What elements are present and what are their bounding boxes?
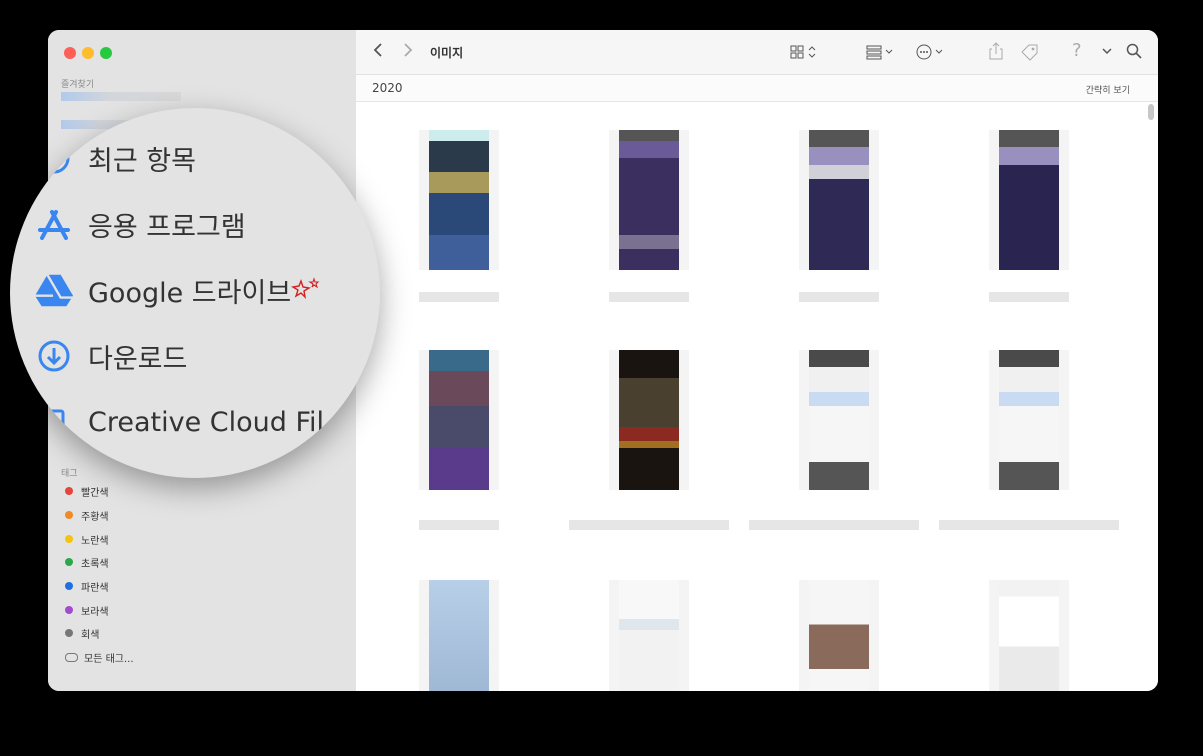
sidebar-item-blurred[interactable] xyxy=(61,92,181,101)
tag-label: 회색 xyxy=(81,629,100,641)
file-thumbnail[interactable] xyxy=(989,580,1069,691)
tag-item-gray[interactable]: 회색 xyxy=(65,624,99,642)
tag-label: 초록색 xyxy=(81,558,109,570)
sidebar-item-label: Google 드라이브 xyxy=(88,277,292,309)
file-thumbnail[interactable] xyxy=(989,130,1069,270)
file-thumbnail[interactable] xyxy=(989,350,1069,490)
action-button[interactable] xyxy=(916,44,946,64)
show-less-button[interactable]: 간략히 보기 xyxy=(1086,83,1130,96)
tag-label: 파란색 xyxy=(81,582,109,594)
file-name-blurred xyxy=(419,520,499,530)
share-icon xyxy=(989,42,1003,60)
ellipsis-circle-icon xyxy=(916,44,943,60)
tag-item-red[interactable]: 빨간색 xyxy=(65,482,109,500)
sidebar-item-label: 응용 프로그램 xyxy=(88,211,246,243)
tag-item-green[interactable]: 초록색 xyxy=(65,553,109,571)
sidebar-magnifier: 최근 항목 응용 프로그램 Google 드라이브 다운로드 Creative … xyxy=(10,108,380,478)
tag-orange-dot-icon xyxy=(65,511,73,519)
chevron-down-icon xyxy=(1102,48,1112,55)
file-thumbnail[interactable] xyxy=(419,130,499,270)
tags-section-label: 태그 xyxy=(61,469,78,479)
group-grid-icon xyxy=(866,45,893,60)
tag-item-yellow[interactable]: 노란색 xyxy=(65,530,109,548)
tag-item-blue[interactable]: 파란색 xyxy=(65,577,109,595)
section-year: 2020 xyxy=(372,81,403,95)
scrollbar[interactable] xyxy=(1148,104,1154,120)
tag-gray-dot-icon xyxy=(65,629,73,637)
file-thumbnail[interactable] xyxy=(799,580,879,691)
tag-green-dot-icon xyxy=(65,558,73,566)
file-thumbnail[interactable] xyxy=(419,580,499,691)
download-icon xyxy=(34,336,74,376)
tag-red-dot-icon xyxy=(65,487,73,495)
forward-button[interactable] xyxy=(402,42,414,62)
clock-icon xyxy=(34,138,74,178)
tag-label: 노란색 xyxy=(81,535,109,547)
creative-cloud-icon xyxy=(34,402,74,442)
file-name-blurred xyxy=(569,520,729,530)
zoom-window-button[interactable] xyxy=(100,47,112,59)
tag-label: 빨간색 xyxy=(81,487,109,499)
group-button[interactable] xyxy=(866,44,896,64)
file-thumbnail[interactable] xyxy=(419,350,499,490)
tag-item-orange[interactable]: 주황색 xyxy=(65,506,109,524)
help-button[interactable]: ? xyxy=(1072,40,1082,61)
file-thumbnail[interactable] xyxy=(799,130,879,270)
chevron-left-icon xyxy=(373,43,382,57)
question-mark-icon: ? xyxy=(1072,40,1082,61)
sidebar-item-label: Creative Cloud Fil xyxy=(88,406,325,438)
close-window-button[interactable] xyxy=(64,47,76,59)
all-tags-label: 모든 태그... xyxy=(84,653,134,665)
tag-label: 보라색 xyxy=(81,606,109,618)
file-thumbnail[interactable] xyxy=(609,580,689,691)
sidebar-item-label: 최근 항목 xyxy=(88,145,196,177)
sidebar-item-google-drive[interactable]: Google 드라이브 xyxy=(34,270,321,310)
sidebar-item-creative-cloud[interactable]: Creative Cloud Fil xyxy=(34,402,324,442)
tag-label: 주황색 xyxy=(81,511,109,523)
file-name-blurred xyxy=(609,292,689,302)
file-name-blurred xyxy=(749,520,919,530)
tag-yellow-dot-icon xyxy=(65,535,73,543)
google-drive-icon xyxy=(34,270,74,310)
applications-icon xyxy=(34,204,74,244)
tag-toggle-icon xyxy=(65,652,78,662)
minimize-window-button[interactable] xyxy=(82,47,94,59)
sidebar-item-downloads[interactable]: 다운로드 xyxy=(34,336,187,376)
file-thumbnail[interactable] xyxy=(799,350,879,490)
sidebar-item-label: 다운로드 xyxy=(88,343,188,375)
sidebar-item-recents[interactable]: 최근 항목 xyxy=(34,138,196,178)
sparkle-icon xyxy=(291,275,321,306)
tag-item-purple[interactable]: 보라색 xyxy=(65,601,109,619)
view-mode-button[interactable] xyxy=(790,44,818,64)
chevron-right-icon xyxy=(404,43,413,57)
window-title: 이미지 xyxy=(430,46,464,60)
file-name-blurred xyxy=(419,292,499,302)
tag-blue-dot-icon xyxy=(65,582,73,590)
more-toolbar-button[interactable] xyxy=(1102,44,1112,62)
back-button[interactable] xyxy=(372,42,384,62)
toolbar: 이미지 ? xyxy=(356,30,1158,75)
file-name-blurred xyxy=(799,292,879,302)
file-name-blurred xyxy=(939,520,1119,530)
file-name-blurred xyxy=(989,292,1069,302)
main-content: 이미지 ? 2020 간략히 보기 xyxy=(356,30,1158,691)
sidebar-item-applications[interactable]: 응용 프로그램 xyxy=(34,204,246,244)
grid-view-icon xyxy=(790,45,816,59)
search-icon xyxy=(1126,43,1142,59)
favorites-section-label: 즐겨찾기 xyxy=(61,80,95,90)
tag-purple-dot-icon xyxy=(65,606,73,614)
section-header: 2020 간략히 보기 xyxy=(356,75,1158,102)
file-thumbnail[interactable] xyxy=(609,350,689,490)
file-thumbnail[interactable] xyxy=(609,130,689,270)
all-tags-item[interactable]: 모든 태그... xyxy=(65,648,134,666)
tag-icon xyxy=(1021,44,1038,61)
tag-button[interactable] xyxy=(1020,43,1040,65)
share-button[interactable] xyxy=(988,42,1004,64)
search-button[interactable] xyxy=(1126,43,1142,63)
